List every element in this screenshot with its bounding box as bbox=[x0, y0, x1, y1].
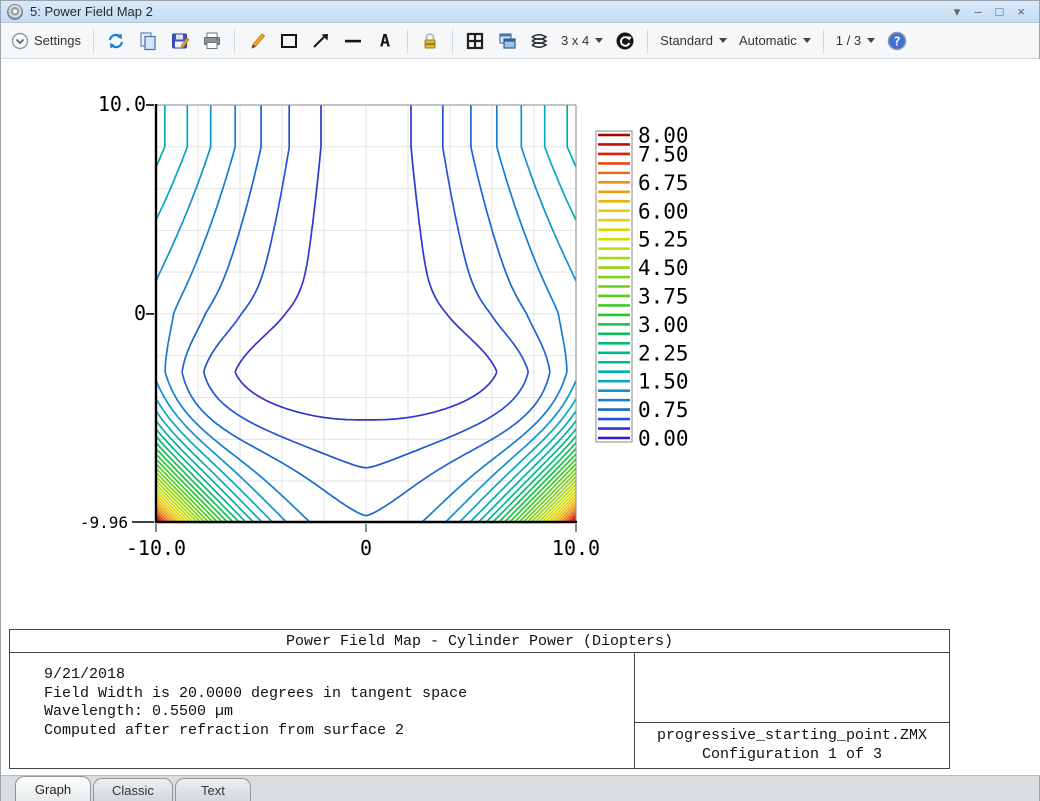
legend-label: 5.25 bbox=[638, 228, 689, 252]
lock-icon bbox=[420, 31, 440, 51]
save-button[interactable] bbox=[167, 29, 193, 53]
x-tick-label: -10.0 bbox=[126, 536, 186, 560]
pencil-icon bbox=[247, 31, 267, 51]
cascade-windows-button[interactable] bbox=[494, 29, 520, 53]
legend-label: 1.50 bbox=[638, 370, 689, 394]
file-info-cell: progressive_starting_point.ZMX Configura… bbox=[634, 653, 949, 768]
lens-file-name: progressive_starting_point.ZMX bbox=[657, 727, 927, 746]
minimize-button[interactable]: – bbox=[974, 5, 981, 18]
wavelength-note: Wavelength: 0.5500 µm bbox=[44, 703, 634, 722]
app-window: 5: Power Field Map 2 ▾ – □ × Settings bbox=[0, 0, 1040, 801]
arrow-annotate-button[interactable] bbox=[308, 29, 334, 53]
surface-note: Computed after refraction from surface 2 bbox=[44, 722, 634, 741]
refresh-icon bbox=[106, 31, 126, 51]
separator bbox=[823, 29, 824, 53]
style-dropdown[interactable]: Standard bbox=[657, 31, 730, 50]
help-button[interactable]: ? bbox=[884, 29, 910, 53]
separator bbox=[407, 29, 408, 53]
y-tick-label: -9.96 bbox=[80, 513, 128, 532]
x-tick-label: 0 bbox=[360, 536, 372, 560]
split-panes-button[interactable] bbox=[462, 29, 488, 53]
maximize-button[interactable]: □ bbox=[996, 5, 1004, 18]
tab-graph[interactable]: Graph bbox=[15, 776, 91, 801]
field-width-note: Field Width is 20.0000 degrees in tangen… bbox=[44, 685, 634, 704]
configuration-page-value: 1 / 3 bbox=[836, 33, 861, 48]
apply-to-all-button[interactable] bbox=[612, 29, 638, 53]
toolbar: Settings bbox=[1, 23, 1039, 59]
chevron-down-icon bbox=[867, 38, 875, 43]
svg-text:A: A bbox=[380, 31, 390, 51]
line-annotate-button[interactable] bbox=[340, 29, 366, 53]
legend-label: 3.00 bbox=[638, 313, 689, 337]
legend-label: 7.50 bbox=[638, 142, 689, 166]
chevron-circle-icon bbox=[10, 31, 30, 51]
text-icon: A bbox=[375, 31, 395, 51]
tab-text[interactable]: Text bbox=[175, 778, 251, 801]
configuration-page-dropdown[interactable]: 1 / 3 bbox=[833, 31, 878, 50]
y-tick-label: 0 bbox=[134, 301, 146, 325]
lock-button[interactable] bbox=[417, 29, 443, 53]
legend-label: 0.75 bbox=[638, 398, 689, 422]
pencil-annotate-button[interactable] bbox=[244, 29, 270, 53]
print-icon bbox=[202, 31, 222, 51]
settings-label: Settings bbox=[34, 33, 81, 48]
x-tick-label: 10.0 bbox=[552, 536, 600, 560]
window-title: 5: Power Field Map 2 bbox=[30, 4, 153, 19]
legend-label: 4.50 bbox=[638, 256, 689, 280]
refresh-button[interactable] bbox=[103, 29, 129, 53]
style-value: Standard bbox=[660, 33, 713, 48]
contour-plot: 10.00-9.96-10.0010.08.007.506.756.005.25… bbox=[1, 59, 1040, 619]
grid-layout-dropdown[interactable]: 3 x 4 bbox=[558, 31, 606, 50]
close-button[interactable]: × bbox=[1017, 5, 1025, 18]
scale-value: Automatic bbox=[739, 33, 797, 48]
separator bbox=[647, 29, 648, 53]
rectangle-annotate-button[interactable] bbox=[276, 29, 302, 53]
overlay-series-button[interactable] bbox=[526, 29, 552, 53]
copy-icon bbox=[138, 31, 158, 51]
separator bbox=[452, 29, 453, 53]
text-annotate-button[interactable]: A bbox=[372, 29, 398, 53]
view-tab-bar: Graph Classic Text bbox=[1, 775, 1039, 801]
line-icon bbox=[343, 31, 363, 51]
cascade-windows-icon bbox=[497, 31, 517, 51]
title-bar: 5: Power Field Map 2 ▾ – □ × bbox=[1, 1, 1039, 23]
svg-text:?: ? bbox=[893, 33, 901, 48]
save-icon bbox=[170, 31, 190, 51]
chevron-down-icon bbox=[595, 38, 603, 43]
scale-dropdown[interactable]: Automatic bbox=[736, 31, 814, 50]
window-menu-button[interactable]: ▾ bbox=[954, 5, 961, 18]
settings-button[interactable]: Settings bbox=[7, 29, 84, 53]
split-panes-icon bbox=[465, 31, 485, 51]
overlay-series-icon bbox=[529, 31, 549, 51]
empty-cell bbox=[635, 653, 949, 723]
plot-title: Power Field Map - Cylinder Power (Diopte… bbox=[10, 630, 949, 653]
arrow-icon bbox=[311, 31, 331, 51]
plot-footer-table: Power Field Map - Cylinder Power (Diopte… bbox=[9, 629, 950, 769]
configuration-label: Configuration 1 of 3 bbox=[702, 746, 882, 765]
grid-layout-value: 3 x 4 bbox=[561, 33, 589, 48]
window-app-icon bbox=[7, 4, 23, 20]
separator bbox=[234, 29, 235, 53]
apply-to-all-icon bbox=[615, 31, 635, 51]
print-button[interactable] bbox=[199, 29, 225, 53]
y-tick-label: 10.0 bbox=[98, 92, 146, 116]
tab-classic[interactable]: Classic bbox=[93, 778, 173, 801]
legend-label: 3.75 bbox=[638, 284, 689, 308]
legend-label: 6.75 bbox=[638, 171, 689, 195]
chevron-down-icon bbox=[803, 38, 811, 43]
help-icon: ? bbox=[887, 31, 907, 51]
legend-label: 6.00 bbox=[638, 199, 689, 223]
legend-label: 2.25 bbox=[638, 341, 689, 365]
separator bbox=[93, 29, 94, 53]
legend-label: 0.00 bbox=[638, 427, 689, 451]
rectangle-icon bbox=[279, 31, 299, 51]
plot-date: 9/21/2018 bbox=[44, 666, 634, 685]
chevron-down-icon bbox=[719, 38, 727, 43]
plot-metadata: 9/21/2018 Field Width is 20.0000 degrees… bbox=[10, 653, 634, 768]
copy-button[interactable] bbox=[135, 29, 161, 53]
plot-area[interactable]: 10.00-9.96-10.0010.08.007.506.756.005.25… bbox=[1, 59, 1040, 775]
